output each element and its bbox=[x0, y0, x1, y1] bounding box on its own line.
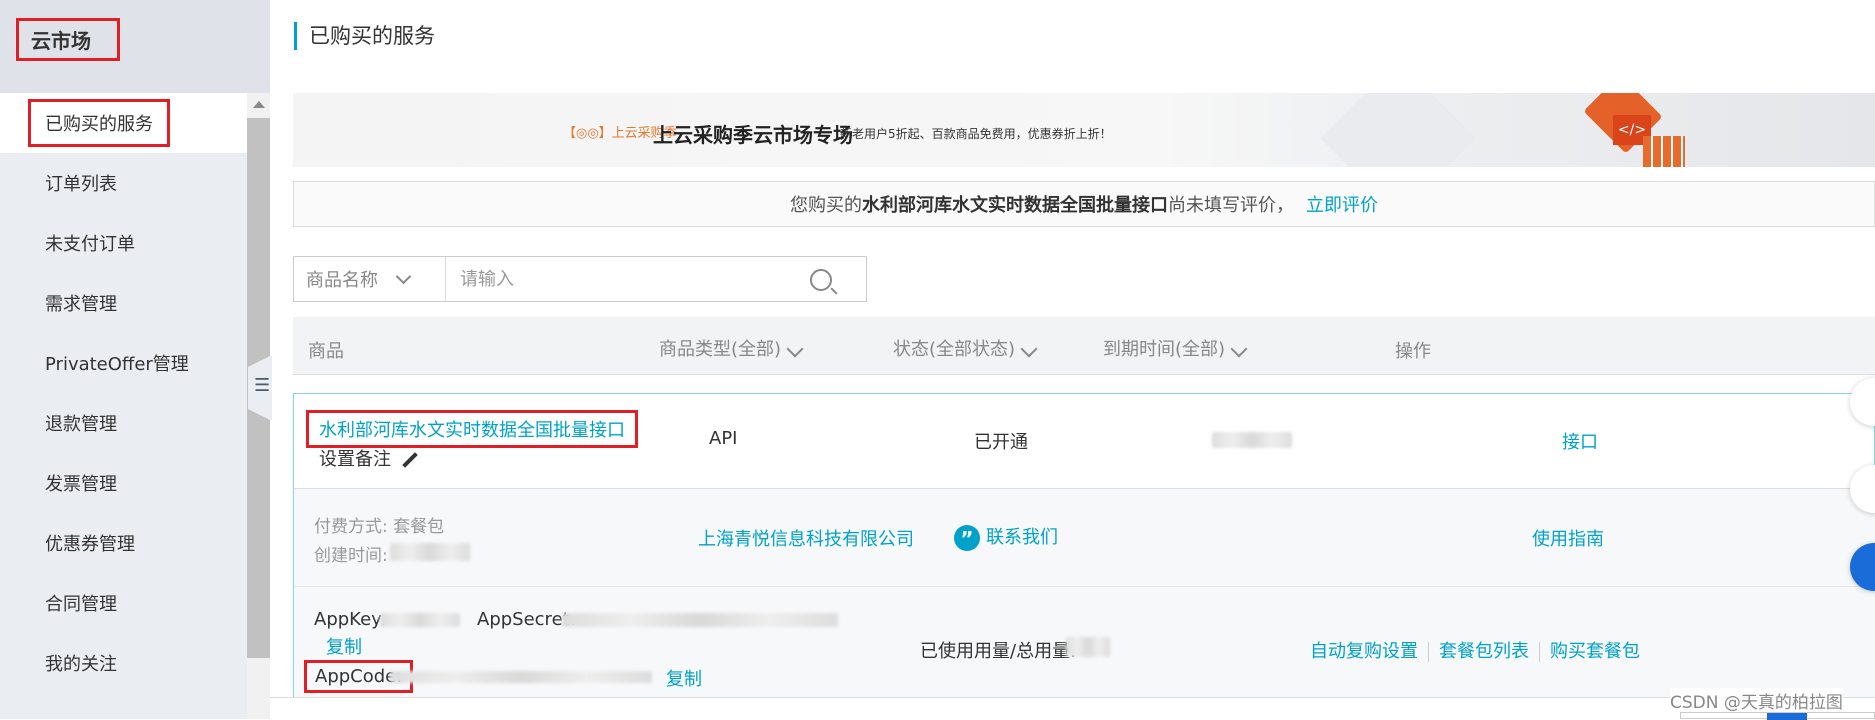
product-status: 已开通 bbox=[974, 432, 1028, 453]
sidebar-item-demand[interactable]: 需求管理 bbox=[0, 273, 247, 333]
buy-package-link[interactable]: 购买套餐包 bbox=[1550, 641, 1640, 662]
sidebar-item-follow[interactable]: 我的关注 bbox=[0, 633, 247, 693]
header-expire-label: 到期时间(全部) bbox=[1103, 339, 1226, 360]
horizontal-scrollbar[interactable] bbox=[270, 697, 1875, 719]
watermark: CSDN @天真的柏拉图 bbox=[1670, 688, 1843, 713]
collapse-icon[interactable]: ☰ bbox=[254, 375, 270, 397]
quote-icon: ” bbox=[954, 525, 980, 551]
table-row: 水利部河库水文实时数据全国批量接口 设置备注 API 已开通 接口 bbox=[293, 393, 1875, 489]
banner-subtitle: 新老用户5折起、百款商品免费用，优惠券折上折！ bbox=[840, 127, 1112, 141]
sidebar-title[interactable]: 云市场 bbox=[16, 18, 120, 61]
sidebar-item-contract[interactable]: 合同管理 bbox=[0, 573, 247, 633]
page-title: 已购买的服务 bbox=[294, 22, 435, 50]
pager[interactable] bbox=[1680, 712, 1875, 720]
product-link[interactable]: 水利部河库水文实时数据全国批量接口 bbox=[306, 410, 638, 448]
product-type: API bbox=[709, 428, 738, 449]
header-type-filter[interactable]: 商品类型(全部) bbox=[659, 335, 804, 361]
banner-title: 上云采购季云市场专场 bbox=[653, 123, 853, 147]
chevron-down-icon bbox=[395, 268, 412, 284]
pay-value: 套餐包 bbox=[393, 517, 445, 537]
search-filter-label: 商品名称 bbox=[306, 270, 378, 291]
header-type-label: 商品类型(全部) bbox=[659, 339, 782, 360]
note-label: 设置备注 bbox=[319, 449, 391, 470]
redacted-appcode bbox=[390, 671, 652, 683]
sidebar-item-orders[interactable]: 订单列表 bbox=[0, 153, 247, 213]
table-row-credentials: AppKey: AppSecret: 复制 AppCode: 复制 已使用用量/… bbox=[293, 587, 1875, 697]
review-prefix: 您购买的 bbox=[790, 195, 862, 216]
pay-method: 付费方式: 套餐包 bbox=[314, 512, 444, 537]
banner-decoration bbox=[1320, 93, 1476, 167]
table-row-details: 付费方式: 套餐包 创建时间: 上海青悦信息科技有限公司 ” 联系我们 使用指南 bbox=[293, 489, 1875, 587]
search-filter-select[interactable]: 商品名称 bbox=[294, 257, 446, 301]
contact-label: 联系我们 bbox=[986, 527, 1058, 548]
usage-label: 已使用用量/总用量: bbox=[920, 641, 1077, 662]
promo-banner[interactable]: 【◎◎】上云采购季 上云采购季云市场专场 新老用户5折起、百款商品免费用，优惠券… bbox=[293, 93, 1875, 167]
vendor-link[interactable]: 上海青悦信息科技有限公司 bbox=[698, 525, 914, 551]
sidebar-menu: 已购买的服务 订单列表 未支付订单 需求管理 PrivateOffer管理 退款… bbox=[0, 93, 247, 693]
sidebar-item-refund[interactable]: 退款管理 bbox=[0, 393, 247, 453]
chevron-down-icon bbox=[786, 340, 804, 358]
review-notice: 您购买的 水利部河库水文实时数据全国批量接口 尚未填写评价， 立即评价 bbox=[293, 181, 1875, 227]
sidebar-item-unpaid-orders[interactable]: 未支付订单 bbox=[0, 213, 247, 273]
copy-button[interactable]: 复制 bbox=[326, 633, 362, 659]
sidebar: 云市场 已购买的服务 订单列表 未支付订单 需求管理 PrivateOffer管… bbox=[0, 0, 270, 719]
redacted-appsecret bbox=[562, 613, 838, 627]
appkey-label: AppKey: bbox=[314, 609, 387, 630]
review-product: 水利部河库水文实时数据全国批量接口 bbox=[862, 195, 1168, 216]
redacted-appkey bbox=[380, 613, 460, 627]
created-time-label: 创建时间: bbox=[314, 546, 388, 566]
table-header: 商品 商品类型(全部) 状态(全部状态) 到期时间(全部) 操作 bbox=[293, 317, 1875, 375]
header-ops: 操作 bbox=[1395, 341, 1431, 362]
header-status-label: 状态(全部状态) bbox=[893, 339, 1016, 360]
pencil-icon[interactable] bbox=[402, 452, 418, 468]
chevron-down-icon bbox=[1230, 340, 1248, 358]
sidebar-item-purchased-services[interactable]: 已购买的服务 bbox=[0, 93, 247, 153]
sidebar-item-invoice[interactable]: 发票管理 bbox=[0, 453, 247, 513]
search-icon[interactable] bbox=[810, 269, 832, 291]
main-content: 已购买的服务 【◎◎】上云采购季 上云采购季云市场专场 新老用户5折起、百款商品… bbox=[270, 0, 1875, 719]
package-list-link[interactable]: 套餐包列表 bbox=[1439, 641, 1529, 662]
sidebar-header: 云市场 bbox=[0, 0, 270, 93]
api-link[interactable]: 接口 bbox=[1562, 428, 1598, 454]
search-bar: 商品名称 bbox=[293, 256, 867, 302]
header-expire-filter[interactable]: 到期时间(全部) bbox=[1103, 335, 1248, 361]
divider bbox=[1539, 642, 1540, 662]
copy-appcode-button[interactable]: 复制 bbox=[666, 665, 702, 691]
divider bbox=[1428, 642, 1429, 662]
search-input[interactable] bbox=[446, 257, 776, 301]
redacted-expire-time bbox=[1212, 432, 1292, 448]
auto-renew-label: 自动复购设置 bbox=[1310, 641, 1418, 662]
sidebar-item-label: 已购买的服务 bbox=[28, 99, 170, 147]
header-product: 商品 bbox=[308, 341, 344, 362]
sidebar-item-coupon[interactable]: 优惠券管理 bbox=[0, 513, 247, 573]
set-note-button[interactable]: 设置备注 bbox=[319, 445, 419, 471]
header-status-filter[interactable]: 状态(全部状态) bbox=[893, 335, 1038, 361]
redacted-usage bbox=[1066, 637, 1110, 657]
appsecret-label: AppSecret: bbox=[477, 609, 576, 630]
pay-label: 付费方式: bbox=[314, 517, 388, 537]
contact-us-link[interactable]: ” 联系我们 bbox=[954, 523, 1058, 551]
scroll-up-icon[interactable] bbox=[253, 101, 265, 108]
review-now-link[interactable]: 立即评价 bbox=[1306, 191, 1378, 217]
review-suffix: 尚未填写评价， bbox=[1168, 195, 1294, 216]
sidebar-item-private-offer[interactable]: PrivateOffer管理 bbox=[0, 333, 247, 393]
auto-repurchase-link[interactable]: 自动复购设置 套餐包列表 购买套餐包 bbox=[1310, 637, 1640, 663]
redacted-created-time bbox=[390, 543, 470, 561]
banner-decoration bbox=[1643, 136, 1685, 167]
usage-guide-link[interactable]: 使用指南 bbox=[1532, 525, 1604, 551]
chevron-down-icon bbox=[1020, 340, 1038, 358]
